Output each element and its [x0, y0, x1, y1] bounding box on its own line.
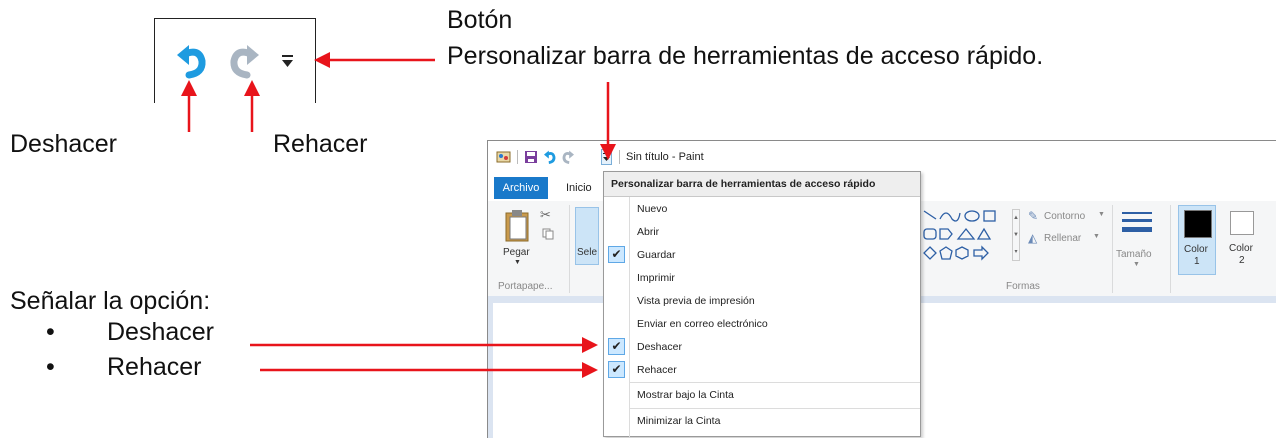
menu-header: Personalizar barra de herramientas de ac… — [604, 172, 920, 197]
boton-title: Botón — [447, 6, 513, 34]
color1-button[interactable]: Color 1 — [1178, 205, 1216, 275]
check-icon-rehacer: ✔ — [608, 361, 625, 378]
rellenar-dropdown-icon[interactable]: ▼ — [1093, 233, 1100, 240]
menu-item-nuevo[interactable]: Nuevo — [637, 203, 667, 215]
rellenar-button[interactable]: Rellenar — [1044, 233, 1081, 244]
redo-icon-large — [227, 41, 261, 86]
color1-swatch — [1184, 210, 1212, 238]
menu-item-mostrar-bajo-cinta[interactable]: Mostrar bajo la Cinta — [637, 389, 734, 401]
clipboard-icon — [504, 209, 532, 248]
cut-icon[interactable]: ✂ — [540, 207, 551, 223]
menu-item-minimizar-cinta[interactable]: Minimizar la Cinta — [637, 415, 720, 427]
color2-number: 2 — [1239, 255, 1245, 266]
undo-icon-large — [175, 41, 209, 86]
pegar-button[interactable]: Pegar — [503, 247, 530, 258]
redo-annotation-label: Rehacer — [273, 130, 368, 158]
contorno-dropdown-icon[interactable]: ▼ — [1098, 211, 1105, 218]
menu-separator-2 — [629, 408, 920, 409]
customize-quick-access-menu: Personalizar barra de herramientas de ac… — [603, 171, 921, 437]
menu-item-vista-previa[interactable]: Vista previa de impresión — [637, 295, 755, 307]
tab-inicio[interactable]: Inicio — [566, 177, 592, 199]
color1-label: Color — [1184, 244, 1208, 255]
formas-group-label: Formas — [1006, 281, 1040, 292]
select-label[interactable]: Sele — [577, 247, 597, 258]
ribbon-divider-2 — [1112, 205, 1113, 293]
boton-description: Personalizar barra de herramientas de ac… — [447, 42, 1044, 70]
undo-icon[interactable] — [543, 149, 557, 168]
check-icon-guardar: ✔ — [608, 246, 625, 263]
paint-app-icon — [496, 150, 512, 167]
rellenar-icon: ◭ — [1028, 231, 1038, 245]
size-icon[interactable] — [1122, 211, 1152, 242]
contorno-icon: ✎ — [1028, 209, 1039, 223]
bullet-item-deshacer: Deshacer — [107, 318, 214, 346]
save-icon[interactable] — [524, 150, 538, 167]
tab-archivo[interactable]: Archivo — [494, 177, 548, 199]
shapes-gallery[interactable] — [922, 209, 1012, 268]
ribbon-divider-1 — [569, 205, 570, 293]
menu-item-imprimir[interactable]: Imprimir — [637, 272, 675, 284]
shapes-scroll[interactable]: ▲ ▼ ▾ — [1012, 209, 1020, 261]
color2-swatch — [1230, 211, 1254, 235]
copy-icon[interactable] — [542, 227, 554, 245]
menu-item-rehacer[interactable]: Rehacer — [637, 364, 677, 376]
menu-item-deshacer[interactable]: Deshacer — [637, 341, 682, 353]
color2-button[interactable]: Color 2 — [1224, 205, 1262, 275]
undo-annotation-label: Deshacer — [10, 130, 117, 158]
instruction-title: Señalar la opción: — [10, 287, 211, 315]
title-bar: Sin título - Paint — [488, 141, 1276, 174]
customize-dropdown-icon-large — [281, 54, 295, 75]
color1-number: 1 — [1194, 256, 1200, 267]
arrowhead-customize — [314, 52, 330, 68]
bullet-item-rehacer: Rehacer — [107, 353, 202, 381]
menu-separator-1 — [629, 382, 920, 383]
zoomed-quick-access-toolbar — [154, 18, 316, 103]
customize-quick-access-button[interactable] — [601, 149, 612, 165]
tamano-button[interactable]: Tamaño — [1116, 249, 1152, 260]
check-icon-deshacer: ✔ — [608, 338, 625, 355]
ribbon-divider-3 — [1170, 205, 1171, 293]
contorno-button[interactable]: Contorno — [1044, 211, 1085, 222]
bullet-dot-2: • — [46, 353, 55, 381]
menu-check-gutter — [604, 197, 630, 437]
menu-item-enviar-correo[interactable]: Enviar en correo electrónico — [637, 318, 768, 330]
clipboard-group-label: Portapape... — [498, 281, 553, 292]
titlebar-divider — [517, 150, 518, 164]
bullet-dot-1: • — [46, 318, 55, 346]
color2-label: Color — [1229, 243, 1253, 254]
titlebar-divider-2 — [619, 150, 620, 164]
tamano-dropdown-icon[interactable]: ▼ — [1133, 261, 1140, 268]
menu-item-abrir[interactable]: Abrir — [637, 226, 659, 238]
pegar-dropdown-icon[interactable]: ▼ — [514, 259, 521, 266]
chevron-down-icon — [603, 153, 610, 161]
window-title: Sin título - Paint — [626, 151, 704, 163]
redo-icon[interactable] — [561, 149, 575, 168]
menu-item-guardar[interactable]: Guardar — [637, 249, 676, 261]
